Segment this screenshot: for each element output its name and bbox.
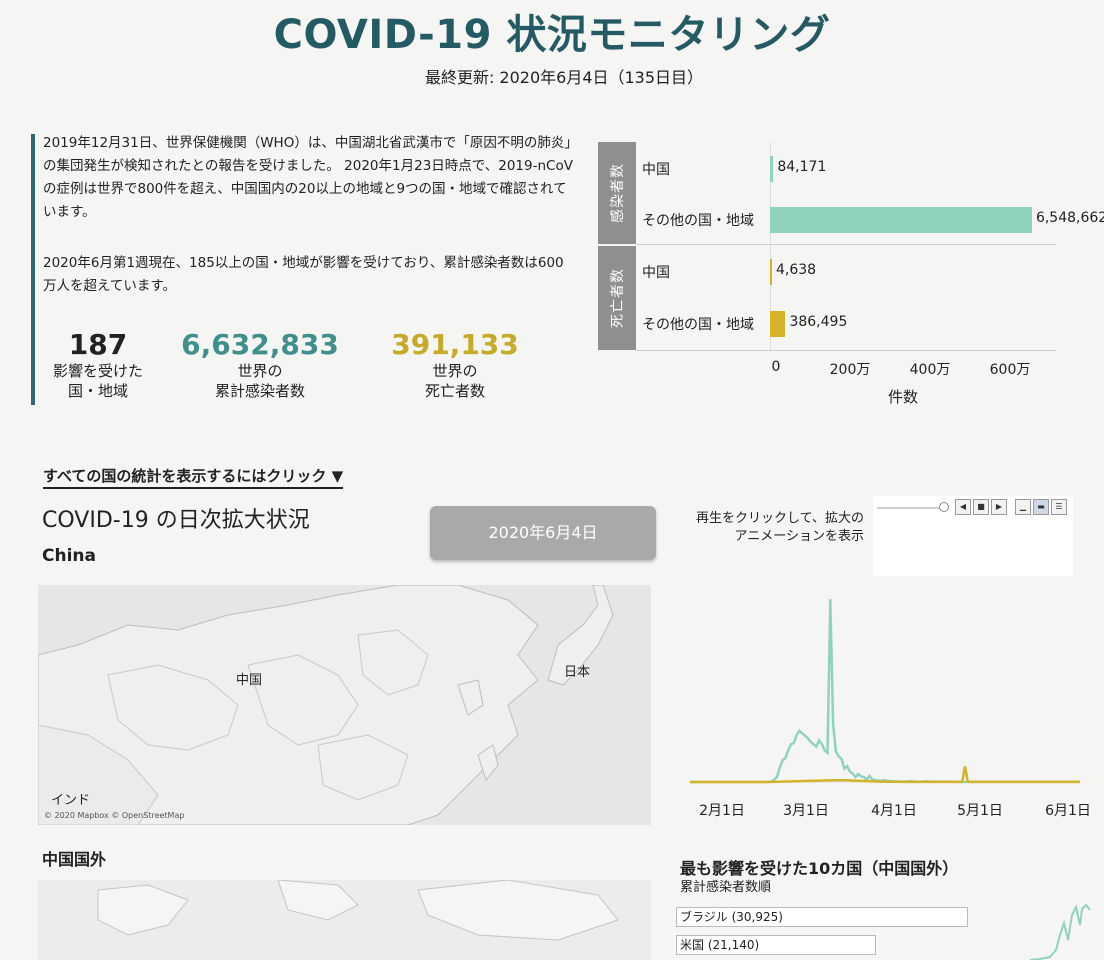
axis-line (636, 350, 1056, 351)
kpi-label: 影響を受けた (52, 362, 143, 380)
map-label-china: 中国 (236, 673, 263, 688)
group-label: 死亡者数 (610, 268, 626, 328)
kpi-countries: 187 影響を受けた 国・地域 (38, 328, 158, 401)
x-tick-label: 400万 (909, 362, 951, 378)
x-tick-label: 0 (771, 359, 781, 375)
intro-paragraph-2: 2020年6月第1週現在、185以上の国・地域が影響を受けており、累計感染者数は… (43, 255, 564, 294)
play-icon[interactable]: ▶ (991, 499, 1007, 515)
world-map-background (38, 879, 651, 960)
kpi-deaths: 391,133 世界の 死亡者数 (375, 328, 535, 401)
bar[interactable] (770, 207, 1032, 233)
line-chart-svg: 2月1日 3月1日 4月1日 5月1日 6月1日 (690, 599, 1091, 819)
bar[interactable] (770, 311, 786, 337)
x-tick-label: 4月1日 (871, 803, 917, 819)
x-tick-label: 2月1日 (699, 803, 745, 819)
last-updated: 最終更新: 2020年6月4日（135日目） (424, 68, 704, 87)
date-slider-handle[interactable] (939, 502, 949, 512)
map-label-japan: 日本 (564, 665, 591, 680)
bar-row-label: その他の国・地域 (642, 317, 754, 333)
x-tick-label: 600万 (989, 362, 1031, 378)
group-label: 感染者数 (610, 163, 626, 223)
speed-fast-icon[interactable]: ☰ (1051, 499, 1067, 515)
kpi-value: 6,632,833 (181, 328, 339, 361)
outside-china-title: 中国国外 (42, 850, 107, 869)
daily-line-chart: 2月1日 3月1日 4月1日 5月1日 6月1日 (680, 585, 1100, 825)
selected-country: China (42, 546, 96, 566)
bar-row-label: 中国 (642, 162, 670, 178)
bar[interactable] (770, 156, 774, 182)
top10-row[interactable]: 米国 (21,140) (676, 935, 876, 955)
bar-value-label: 84,171 (777, 159, 827, 175)
bar-value-label: 4,638 (776, 262, 817, 278)
summary-bar-chart: 感染者数 死亡者数 中国 84,171 その他の国・地域 6,548,662 中国 4,6… (598, 140, 1104, 410)
group-box-deaths: 死亡者数 (598, 246, 636, 350)
x-axis-title: 件数 (888, 388, 919, 406)
bar-value-label: 386,495 (789, 314, 848, 330)
top10-subtitle: 累計感染者数順 (680, 880, 772, 895)
current-date-display[interactable]: 2020年6月4日 (430, 506, 656, 560)
bar-row-label: 中国 (642, 265, 670, 281)
kpi-label: 死亡者数 (424, 382, 485, 400)
playback-controls: ◀ ■ ▶ ▁ ▬ ☰ (873, 496, 1073, 576)
group-divider (636, 244, 1056, 245)
bar-row-label: その他の国・地域 (642, 213, 754, 229)
group-box-cases: 感染者数 (598, 142, 636, 244)
kpi-label: 世界の (432, 362, 478, 380)
kpi-label: 累計感染者数 (214, 382, 305, 400)
top10-row[interactable]: ブラジル (30,925) (676, 907, 968, 927)
date-slider-track[interactable] (877, 507, 943, 509)
speed-slow-icon[interactable]: ▁ (1015, 499, 1031, 515)
x-tick-label: 6月1日 (1045, 803, 1091, 819)
china-map[interactable]: 中国 日本 インド © 2020 Mapbox © OpenStreetMap (37, 584, 651, 826)
speed-medium-icon[interactable]: ▬ (1033, 499, 1049, 515)
bar[interactable] (770, 259, 772, 285)
intro-paragraph-1: 2019年12月31日、世界保健機関（WHO）は、中国湖北省武漢市で「原因不明の… (43, 135, 573, 220)
show-all-countries-link[interactable]: すべての国の統計を表示するにはクリック ▼ (43, 465, 344, 489)
map-label-india: インド (51, 793, 91, 808)
map-background (37, 584, 651, 826)
kpi-cases: 6,632,833 世界の 累計感染者数 (175, 328, 345, 401)
x-tick-label: 3月1日 (783, 803, 829, 819)
kpi-label: 世界の (237, 362, 283, 380)
map-credit: © 2020 Mapbox © OpenStreetMap (44, 811, 185, 820)
x-tick-label: 5月1日 (957, 803, 1003, 819)
kpi-label: 国・地域 (67, 382, 128, 400)
kpi-value: 187 (68, 328, 128, 361)
bar-value-label: 6,548,662 (1035, 210, 1104, 226)
top10-sparkline (1030, 903, 1091, 960)
stop-icon[interactable]: ■ (973, 499, 989, 515)
world-map[interactable] (38, 879, 651, 960)
daily-section-title: COVID-19 の日次拡大状況 (42, 508, 310, 533)
play-hint-text: 再生をクリックして、拡大のアニメーションを表示 (696, 511, 864, 544)
x-tick-label: 200万 (829, 362, 871, 378)
page-title: COVID-19 状況モニタリング (273, 12, 831, 58)
step-back-icon[interactable]: ◀ (955, 499, 971, 515)
cases-line (690, 599, 1080, 784)
kpi-value: 391,133 (391, 328, 519, 361)
intro-accent-bar (31, 134, 35, 405)
